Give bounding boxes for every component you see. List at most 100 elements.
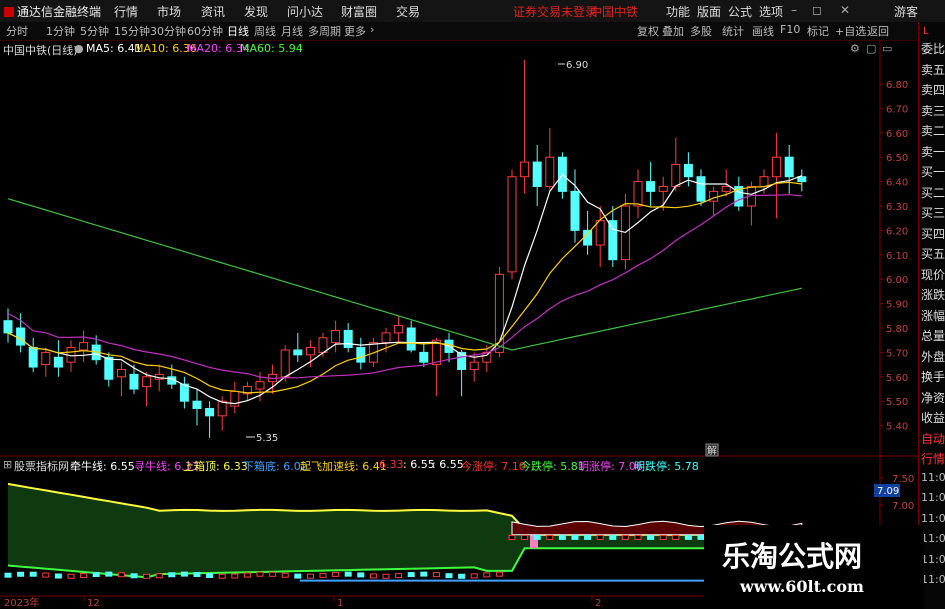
ind-qifei: 起飞加速线: 6.41 — [300, 460, 387, 473]
panel-row-3[interactable]: 卖三 — [921, 102, 945, 119]
candle-body — [381, 332, 391, 344]
panel-row-12[interactable]: 涨跌 — [921, 286, 945, 303]
panel-row-18[interactable]: 收益 — [921, 409, 945, 426]
ind-mini-candle — [231, 573, 239, 579]
ind-mini-candle — [420, 571, 428, 577]
ind-mini-candle — [495, 571, 503, 577]
panel-row-17[interactable]: 净资 — [921, 389, 945, 406]
panel-row-15[interactable]: 外盘 — [921, 348, 945, 365]
panel-row-4[interactable]: 卖二 — [921, 122, 945, 139]
price-tick-label: 5.40 — [886, 422, 908, 433]
panel-row-25[interactable]: 11:0 — [921, 553, 945, 566]
candle-body — [608, 220, 618, 261]
panel-row-23[interactable]: 11:0 — [921, 512, 945, 525]
panel-row-5[interactable]: 卖一 — [921, 143, 945, 160]
ind-mini-candle — [369, 573, 377, 579]
candle-body — [28, 347, 38, 368]
candle-body — [658, 185, 668, 192]
candle-body — [255, 381, 265, 390]
candle-body — [646, 181, 656, 192]
ind-mini-candle — [143, 573, 151, 579]
kline-chart[interactable]: 6.80 6.70 6.60 6.50 6.40 6.30 6.20 6.10 6.00 5.90… — [0, 0, 918, 609]
ind-mingzhangting: 明涨停: 7.06 — [578, 460, 643, 473]
ind-mini-candle — [67, 573, 75, 579]
panel-top-label: L — [923, 26, 929, 37]
watermark-title: 乐淘公式网 — [722, 540, 863, 573]
panel-row-20[interactable]: 行情 — [921, 450, 945, 467]
ind-jindieting: 今跌停: 5.81 — [520, 460, 585, 473]
price-tick-label: 5.90 — [886, 300, 908, 311]
date-tick-label: 2 — [595, 598, 601, 609]
candle-body — [356, 347, 366, 363]
ind-mini-candle — [130, 573, 138, 579]
price-tick-label: 5.50 — [886, 397, 908, 408]
price-tick-label: 6.10 — [886, 251, 908, 262]
candle-body — [129, 373, 139, 390]
candle-body — [721, 185, 731, 192]
panel-row-24[interactable]: 11:0 — [921, 532, 945, 545]
candle-body — [280, 349, 290, 378]
panel-row-14[interactable]: 总量 — [921, 327, 945, 344]
ind-mini-candle — [470, 573, 478, 579]
ind-mini-candle — [80, 573, 88, 579]
date-tick-label: 1 — [337, 598, 343, 609]
candle-body — [797, 176, 807, 183]
candle-body — [759, 176, 769, 187]
ind-mini-candle — [206, 573, 214, 579]
panel-row-16[interactable]: 换手 — [921, 368, 945, 385]
candle-body — [293, 349, 303, 356]
candle-body — [406, 327, 416, 351]
ind-mini-candle — [281, 572, 289, 578]
candle-body — [394, 325, 404, 334]
ind-mini-candle — [42, 572, 50, 578]
panel-row-26[interactable]: 11:0 — [921, 573, 945, 586]
ind-mini-candle — [432, 572, 440, 578]
panel-row-13[interactable]: 涨幅 — [921, 307, 945, 324]
panel-row-1[interactable]: 卖五 — [921, 61, 945, 78]
ind-mini-candle — [458, 573, 466, 579]
ind-mini-candle — [218, 573, 226, 579]
panel-row-11[interactable]: 现价 — [921, 266, 945, 283]
panel-row-2[interactable]: 卖四 — [921, 81, 945, 98]
panel-row-0[interactable]: 委比 — [921, 40, 945, 57]
panel-row-21[interactable]: 11:0 — [921, 471, 945, 484]
ind-mini-candle — [558, 534, 566, 540]
ma60-line — [7, 198, 802, 351]
candle-body — [179, 383, 189, 402]
indicator-settings-icon[interactable]: ⊞ — [3, 458, 12, 471]
ind-mini-candle — [243, 572, 251, 578]
panel-row-19[interactable]: 自动 — [921, 430, 945, 447]
ind-mini-candle — [546, 534, 554, 540]
ind-mini-candle — [29, 571, 37, 577]
ind-mini-candle — [319, 572, 327, 578]
panel-row-9[interactable]: 买四 — [921, 225, 945, 242]
panel-row-22[interactable]: 11:0 — [921, 491, 945, 504]
ind-mini-candle — [621, 534, 629, 540]
candle-body — [469, 361, 479, 370]
candle-body — [53, 356, 63, 368]
candle-body — [784, 156, 794, 178]
ind-tick-label: 7.50 — [892, 474, 914, 485]
panel-row-8[interactable]: 买三 — [921, 204, 945, 221]
panel-row-7[interactable]: 买二 — [921, 184, 945, 201]
price-tick-label: 5.70 — [886, 348, 908, 359]
watermark: 乐淘公式网 www.60lt.com — [704, 525, 924, 609]
ind-mini-candle — [4, 572, 12, 578]
ind-mini-candle — [306, 573, 314, 579]
candle-body — [570, 190, 580, 231]
ind-mini-candle — [584, 534, 592, 540]
ind-mini-candle — [533, 534, 541, 540]
ind-mini-candle — [117, 572, 125, 578]
candle-body — [41, 351, 51, 366]
candle-body — [217, 400, 227, 417]
ind-mini-candle — [17, 571, 25, 577]
candle-body — [683, 164, 693, 178]
ind-mini-candle — [407, 572, 415, 578]
panel-row-6[interactable]: 买一 — [921, 163, 945, 180]
price-tick-label: 6.60 — [886, 129, 908, 140]
price-tick-label: 6.80 — [886, 80, 908, 91]
panel-row-10[interactable]: 买五 — [921, 245, 945, 262]
candle-body — [419, 351, 429, 363]
candle-body — [532, 161, 542, 187]
ind-mini-candle — [647, 534, 655, 540]
